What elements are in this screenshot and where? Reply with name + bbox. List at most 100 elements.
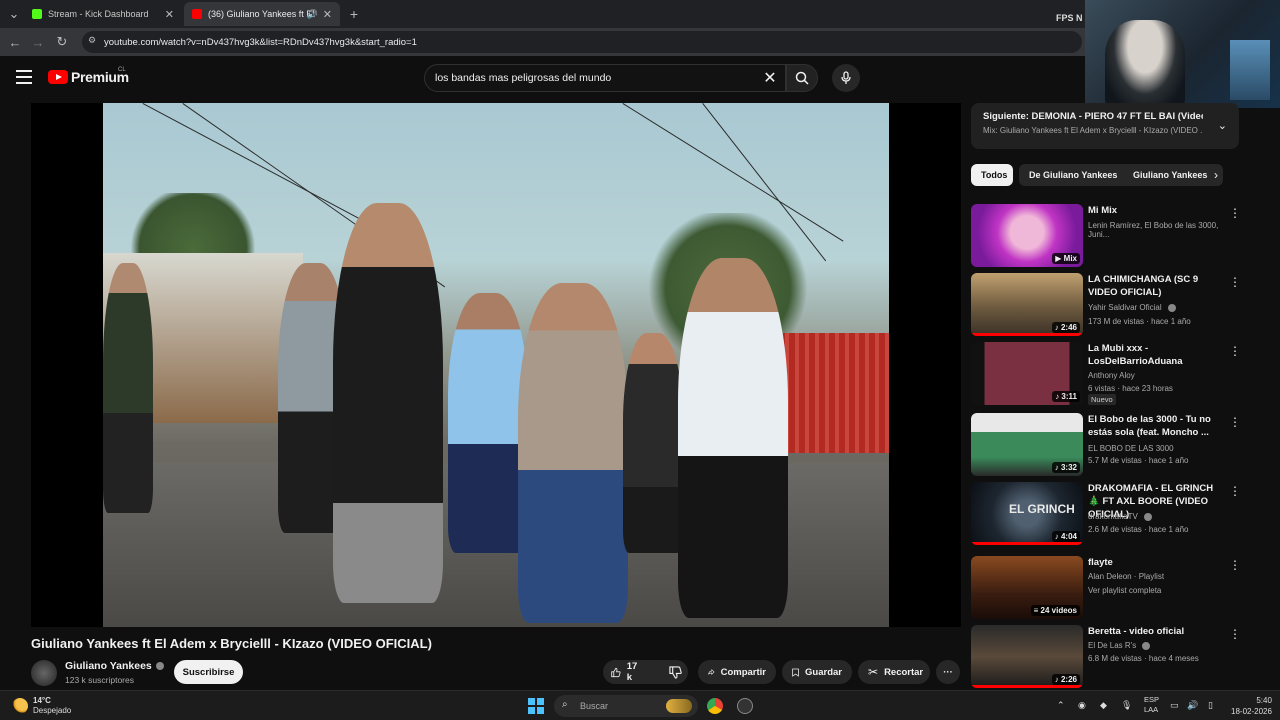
video-thumbnail[interactable]: ♪ 3:11 [971,342,1083,405]
video-title: LA CHIMICHANGA (SC 9 VIDEO OFICIAL) [1088,274,1199,298]
kebab-menu-icon[interactable]: ⋮ [1229,415,1241,429]
duration-badge: ♪ 4:04 [1051,531,1080,542]
voice-search-button[interactable] [832,64,860,92]
search-input[interactable]: los bandas mas peligrosas del mundo [424,64,786,92]
volume-icon[interactable]: 🔊 [1187,700,1198,711]
search-icon: ⌕ [562,699,568,710]
video-channel: Lenin Ramírez, El Bobo de las 3000, Juni… [1088,221,1219,239]
more-actions-button[interactable]: ··· [936,660,960,684]
search-icon [795,71,809,85]
kebab-menu-icon[interactable]: ⋮ [1229,206,1241,220]
tab-label: Stream - Kick Dashboard [48,9,149,19]
search-highlight-icon [666,699,692,713]
youtube-icon [192,9,202,19]
kebab-menu-icon[interactable]: ⋮ [1229,275,1241,289]
list-item[interactable]: EL GRINCH ♪ 4:04 DRAKOMAFIA - EL GRINCH … [971,482,1241,548]
kebab-menu-icon[interactable]: ⋮ [1229,627,1241,641]
list-item[interactable]: ♪ 3:32 El Bobo de las 3000 - Tu no estás… [971,413,1241,479]
duration-badge: ♪ 2:46 [1051,322,1080,333]
video-channel: drakomafiaTV [1088,512,1153,521]
new-tab-button[interactable]: + [342,2,366,26]
duration-badge: ♪ 3:32 [1051,462,1080,473]
weather-moon-icon[interactable] [12,698,28,714]
duration-badge: ▶ Mix [1052,253,1080,264]
video-title: La Mubi xxx - LosDelBarrioAduana [1088,343,1183,367]
up-next-card[interactable]: Siguiente: DEMONIA - PIERO 47 FT EL BAI … [971,103,1239,149]
site-info-icon[interactable]: ⚙ [88,35,96,46]
weather-temp: 14°C [33,696,51,705]
share-button[interactable]: Compartir [698,660,776,684]
like-count: 17 k [626,661,638,683]
tab-list-chevron-icon[interactable]: ⌄ [2,2,26,26]
list-item[interactable]: ▶ Mix Mi Mix Lenin Ramírez, El Bobo de l… [971,204,1241,270]
like-button[interactable]: 17 k [603,660,649,684]
reload-icon[interactable]: ↻ [50,30,74,54]
verified-icon [1142,641,1151,650]
channel-avatar[interactable] [31,660,57,686]
playlist-thumbnail[interactable]: ≡ 24 videos [971,556,1083,619]
scissors-icon: ✂ [868,665,879,679]
duration-badge: ♪ 3:11 [1052,391,1080,402]
system-clock[interactable]: 5:40 18-02-2026 [1231,695,1272,717]
next-subtitle: Mix: Giuliano Yankees ft El Adem x Bryci… [983,126,1203,135]
search-button[interactable] [786,64,818,92]
bookmark-icon [792,668,799,677]
share-icon [708,668,715,676]
chrome-icon[interactable] [707,698,723,714]
list-item[interactable]: ♪ 2:46 LA CHIMICHANGA (SC 9 VIDEO OFICIA… [971,273,1241,339]
channel-name-link[interactable]: Giuliano Yankees [65,660,164,672]
forward-arrow-icon[interactable]: → [26,30,50,54]
kebab-menu-icon[interactable]: ⋮ [1229,484,1241,498]
hamburger-menu-icon[interactable] [16,70,32,84]
video-frame [103,103,889,627]
channel-name: Giuliano Yankees [65,660,152,672]
network-icon[interactable]: ▭ [1170,700,1179,711]
youtube-premium-logo[interactable]: Premium CL [48,67,129,85]
chip-todos[interactable]: Todos [971,164,1013,186]
video-thumbnail[interactable]: ♪ 2:26 [971,625,1083,688]
clip-button[interactable]: ✂ Recortar [858,660,930,684]
save-button[interactable]: Guardar [782,660,852,684]
save-label: Guardar [805,666,842,678]
subscribe-button[interactable]: Suscribirse [174,660,243,684]
thumbs-down-icon [668,665,682,679]
view-full-playlist[interactable]: Ver playlist completa [1088,586,1161,595]
subscriber-count: 123 k suscriptores [65,675,134,685]
battery-icon[interactable]: ▯ [1208,700,1213,711]
kebab-menu-icon[interactable]: ⋮ [1229,558,1241,572]
speaker-icon[interactable]: 🔊 [307,9,318,20]
tray-app-icon[interactable]: ◉ [1078,700,1086,711]
list-item[interactable]: ♪ 3:11 La Mubi xxx - LosDelBarrioAduana … [971,342,1241,408]
windows-start-icon[interactable] [528,698,544,714]
taskbar-search-input[interactable]: ⌕ Buscar [554,695,698,717]
thumbs-up-icon [611,667,621,677]
obs-icon[interactable] [737,698,753,714]
tray-mic-icon[interactable]: 🎙 [1121,700,1132,711]
url-field[interactable]: ⚙ youtube.com/watch?v=nDv437hvg3k&list=R… [82,31,1082,53]
close-tab-icon[interactable]: ✕ [323,8,332,21]
tab-youtube-video[interactable]: (36) Giuliano Yankees ft El A 🔊 ✕ [184,2,340,26]
like-dislike-group: 17 k [603,660,688,684]
chevron-down-icon[interactable]: ⌄ [1218,119,1227,132]
playlist-item[interactable]: ≡ 24 videos flayte Alan Deleon · Playlis… [971,556,1241,622]
kebab-menu-icon[interactable]: ⋮ [1229,344,1241,358]
video-thumbnail[interactable]: ♪ 3:32 [971,413,1083,476]
back-arrow-icon[interactable]: ← [3,30,27,54]
tray-chevron-up-icon[interactable]: ⌃ [1057,700,1065,711]
language-indicator[interactable]: ESP LAA [1144,695,1159,715]
video-thumbnail[interactable]: ▶ Mix [971,204,1083,267]
chip-giuliano-yankees[interactable]: Giuliano Yankees [1123,164,1223,186]
video-thumbnail[interactable]: EL GRINCH ♪ 4:04 [971,482,1083,545]
tray-app-icon-2[interactable]: ◆ [1100,700,1107,711]
clip-label: Recortar [884,666,924,678]
dislike-button[interactable] [661,660,690,684]
more-icon: ··· [943,666,953,678]
tab-kick-dashboard[interactable]: Stream - Kick Dashboard ✕ [24,2,182,26]
video-thumbnail[interactable]: ♪ 2:46 [971,273,1083,336]
kick-icon [32,9,42,19]
close-tab-icon[interactable]: ✕ [165,8,174,21]
video-player[interactable] [31,103,961,627]
list-item[interactable]: ♪ 2:26 Beretta - video oficial El De Las… [971,625,1241,691]
chevron-right-icon[interactable]: › [1214,168,1218,182]
clear-search-icon[interactable]: ✕ [760,68,780,88]
